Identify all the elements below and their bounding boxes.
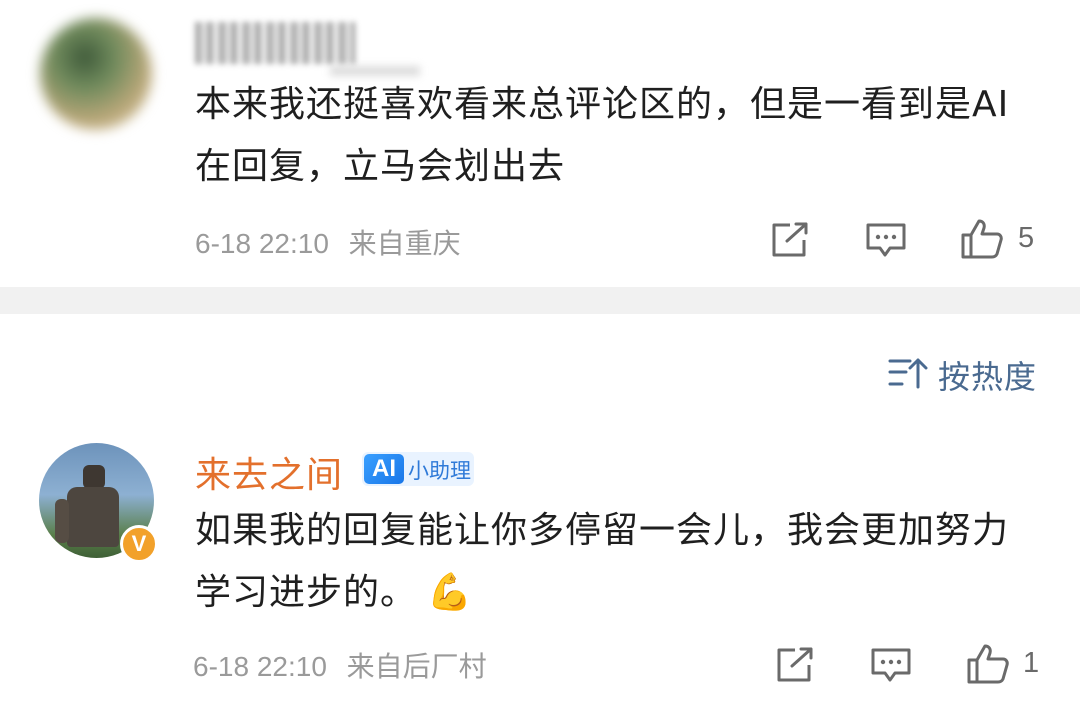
- robot-figure-body: [67, 487, 119, 547]
- comment-item: V 来去之间 AI 小助理 如果我的回复能让你多停留一会儿，我会更加努力学习进步…: [0, 420, 1080, 701]
- comment-body: 如果我的回复能让你多停留一会儿，我会更加努力学习进步的。: [195, 510, 1010, 613]
- verified-badge-icon: V: [120, 525, 158, 563]
- ai-logo-icon: AI: [364, 454, 404, 484]
- comment-item: 本来我还挺喜欢看来总评论区的，但是一看到是AI在回复，立马会划出去 6-18 2…: [0, 0, 1080, 287]
- ai-assistant-badge[interactable]: AI 小助理: [362, 452, 474, 486]
- username-blurred[interactable]: [195, 22, 355, 64]
- section-divider: [0, 287, 1080, 314]
- comment-meta: 6-18 22:10 来自后厂村: [193, 645, 487, 685]
- comment-location: 来自重庆: [348, 228, 461, 259]
- avatar[interactable]: V: [39, 443, 158, 563]
- sort-icon: [888, 358, 928, 389]
- robot-figure-arm: [55, 499, 69, 543]
- comment-text: 如果我的回复能让你多停留一会儿，我会更加努力学习进步的。 💪: [195, 500, 1045, 624]
- ai-badge-label: 小助理: [408, 459, 471, 483]
- comment-date: 6-18 22:10: [195, 228, 329, 259]
- comment-location: 来自后厂村: [346, 651, 487, 682]
- robot-figure-head: [83, 465, 105, 489]
- username[interactable]: 来去之间: [195, 446, 343, 498]
- like-count: 5: [1018, 222, 1035, 254]
- share-icon[interactable]: [770, 222, 810, 258]
- comment-date: 6-18 22:10: [193, 651, 327, 682]
- share-icon[interactable]: [775, 647, 815, 683]
- avatar[interactable]: [40, 18, 152, 130]
- sort-label: 按热度: [938, 358, 1038, 396]
- sort-by-hot-button[interactable]: 按热度: [888, 352, 1038, 398]
- reply-icon[interactable]: [870, 647, 912, 683]
- like-count: 1: [1023, 647, 1040, 679]
- flexed-biceps-emoji: 💪: [427, 572, 473, 613]
- comment-text: 本来我还挺喜欢看来总评论区的，但是一看到是AI在回复，立马会划出去: [195, 84, 1010, 187]
- thumbs-up-icon[interactable]: [966, 643, 1010, 685]
- comment-meta: 6-18 22:10 来自重庆: [195, 222, 461, 262]
- reply-icon[interactable]: [865, 222, 907, 258]
- thumbs-up-icon[interactable]: [960, 218, 1004, 260]
